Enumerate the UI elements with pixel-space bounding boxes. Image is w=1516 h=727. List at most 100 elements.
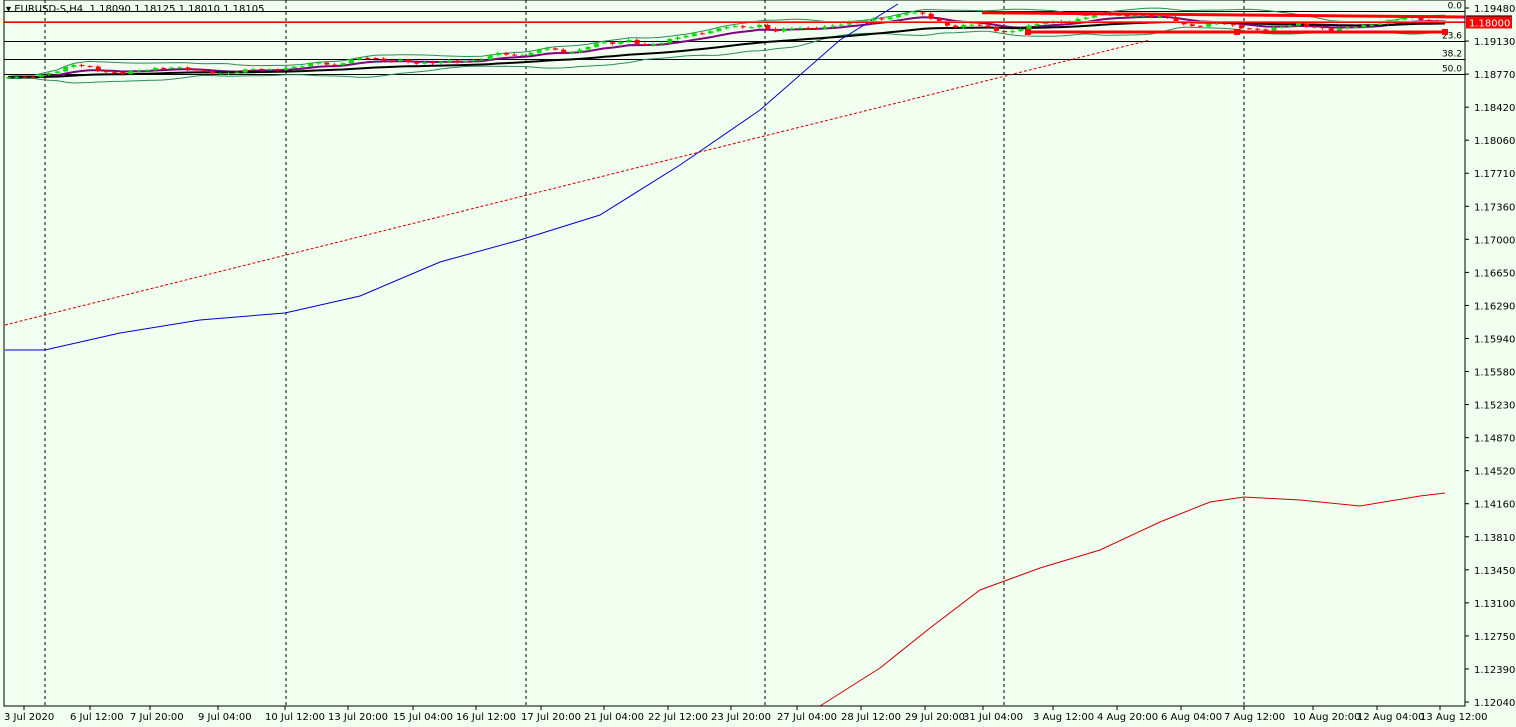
time-tick-label: 31 Jul 04:00 [963,712,1023,723]
candle-body [283,68,289,70]
candle-body [406,59,412,62]
candle-body [120,72,126,75]
candle-body [504,52,510,55]
candle-body [365,57,371,59]
symbol-label: EURUSD-S,H4 [14,4,84,15]
candle-body [161,67,167,69]
time-tick-label: 12 Aug 04:00 [1357,712,1424,723]
candle-body [1222,23,1228,25]
candle-body [642,43,648,46]
candle-body [1238,25,1244,29]
candle-body [569,52,575,54]
candle-body [1255,28,1261,30]
candle-body [610,42,616,44]
candle-body [1132,15,1138,17]
candle-body [618,41,624,44]
fib-level-label: 50.0 [1442,65,1462,75]
candle-body [1287,25,1293,27]
candle-body [1304,23,1310,27]
candle-body [985,25,991,28]
time-tick-label: 3 Jul 2020 [4,712,54,723]
candle-body [136,70,142,72]
candle-body [1198,25,1204,27]
candle-body [1026,25,1032,30]
candle-body [691,33,697,36]
candle-body [993,27,999,31]
candle-body [765,25,771,29]
candle-body [879,18,885,20]
price-tick-label: 1.17360 [1474,202,1515,213]
candle-body [373,58,379,60]
candle-body [14,76,20,78]
candle-body [602,42,608,44]
candle-body [716,28,722,32]
candle-body [1189,24,1195,26]
price-tick-label: 1.18060 [1474,136,1515,147]
ohlc-values: 1.18090 1.18125 1.18010 1.18105 [89,4,265,15]
candle-body [1279,26,1285,28]
price-tick-label: 1.18420 [1474,103,1515,114]
candle-body [1345,27,1351,29]
candle-body [806,27,812,29]
trendline-anchor-handle[interactable] [1234,28,1240,35]
candle-body [585,46,591,50]
time-tick-label: 3 Aug 12:00 [1033,712,1094,723]
candle-body [528,52,534,55]
candle-body [152,67,158,71]
candle-body [54,71,60,73]
candle-body [185,67,191,70]
candle-body [1010,31,1016,33]
candle-body [210,71,216,74]
candle-body [1426,19,1432,21]
chart-background [0,0,1516,727]
candle-body [226,73,232,75]
candle-body [430,62,436,64]
time-tick-label: 28 Jul 12:00 [841,712,901,723]
bullish-candle[interactable] [487,54,493,61]
candle-body [724,27,730,29]
candle-body [30,77,36,79]
time-tick-label: 10 Aug 20:00 [1293,712,1360,723]
candle-body [748,27,754,29]
price-tick-label: 1.12040 [1474,698,1515,709]
time-tick-label: 9 Jul 04:00 [198,712,252,723]
candle-body [830,25,836,27]
candle-body [242,69,248,73]
price-chart[interactable]: 0.023.638.250.0 1.181051.18000 1.194801.… [0,0,1516,727]
candle-body [112,72,118,74]
candle-body [1034,24,1040,26]
trendline-anchor-handle[interactable] [1442,28,1448,35]
time-tick-label: 15 Jul 04:00 [393,712,453,723]
price-tick-label: 1.14520 [1474,467,1515,478]
candle-body [512,54,518,56]
candle-body [544,48,550,50]
candle-body [1320,27,1326,29]
candle-body [553,48,559,50]
candle-body [446,60,452,62]
candle-body [414,61,420,64]
time-tick-label: 6 Aug 04:00 [1161,712,1222,723]
candle-body [71,64,77,67]
candle-body [144,70,150,72]
candle-body [103,70,109,73]
time-tick-label: 22 Jul 12:00 [648,712,708,723]
candle-body [1271,27,1277,31]
trendline-anchor-handle[interactable] [1025,28,1031,35]
candle-body [561,49,567,53]
time-tick-label: 17 Jul 20:00 [521,712,581,723]
candle-body [316,62,322,64]
price-tick-label: 1.16650 [1474,268,1515,279]
time-tick-label: 16 Jul 12:00 [456,712,516,723]
candle-body [455,60,461,63]
dropdown-icon[interactable]: ▾ [6,4,14,15]
candle-body [1369,24,1375,26]
candle-body [1377,23,1383,25]
candle-body [291,66,297,69]
candle-body [234,72,240,74]
candle-body [634,39,640,44]
candle-body [626,39,632,42]
candle-body [95,66,101,71]
candle-body [357,57,363,60]
candle-body [667,38,673,44]
candle-body [789,28,795,30]
